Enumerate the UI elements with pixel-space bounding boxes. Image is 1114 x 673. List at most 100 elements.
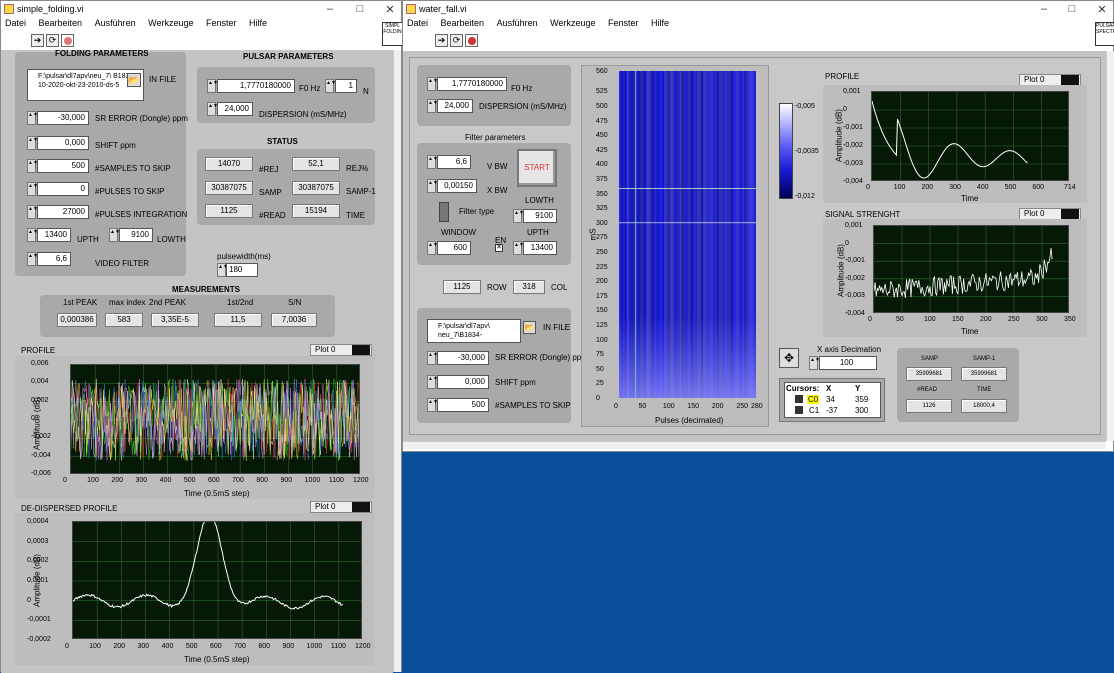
pulses-int-spinner[interactable]: ▲▼ [27, 205, 38, 219]
shift-spinner[interactable]: ▲▼ [427, 375, 438, 389]
xdec-field[interactable]: 100 [819, 356, 877, 370]
menu-datei[interactable]: Datei [407, 18, 428, 28]
cursor-c1-name[interactable]: C1 [809, 406, 819, 415]
minimize-icon[interactable]: – [323, 3, 337, 15]
menu-werkzeuge[interactable]: Werkzeuge [550, 18, 595, 28]
abort-icon[interactable] [465, 34, 478, 47]
browse-folder-icon[interactable]: 📂 [127, 73, 141, 87]
cursor-c0-name[interactable]: C0 [807, 395, 820, 404]
dd-x-tick-label: 500 [185, 643, 198, 650]
lowth-spinner[interactable]: ▲▼ [109, 228, 120, 242]
menu-werkzeuge[interactable]: Werkzeuge [148, 18, 193, 28]
upth-field[interactable]: 13400 [37, 228, 71, 242]
shift-spinner[interactable]: ▲▼ [27, 136, 38, 150]
dd-x-tick-label: 200 [113, 643, 126, 650]
dd-x-tick-label: 0 [65, 643, 69, 650]
read-label: #READ [917, 387, 938, 393]
menu-bearbeiten[interactable]: Bearbeiten [441, 18, 485, 28]
menu-ausfuehren[interactable]: Ausführen [95, 18, 136, 28]
menu-hilfe[interactable]: Hilfe [249, 18, 267, 28]
f0-field[interactable]: 1,7770180000 [437, 77, 507, 91]
xbw-field[interactable]: 0,00150 [437, 179, 477, 193]
dispersion-spinner[interactable]: ▲▼ [427, 99, 438, 113]
lowth-field[interactable]: 9100 [119, 228, 153, 242]
video-filter-spinner[interactable]: ▲▼ [27, 252, 38, 266]
dispersion-field[interactable]: 24,000 [217, 102, 253, 116]
profile-plot-legend[interactable]: Plot 0 [310, 344, 372, 356]
run-continuous-icon[interactable]: ⟳ [450, 34, 463, 47]
close-icon[interactable]: ✕ [383, 3, 397, 16]
waterfall-y-tick-label: 250 [596, 249, 608, 257]
shift-field[interactable]: 0,000 [37, 136, 89, 150]
sr-error-spinner[interactable]: ▲▼ [427, 351, 438, 365]
pulsar-parameters-group [417, 65, 571, 126]
menu-bearbeiten[interactable]: Bearbeiten [39, 18, 83, 28]
menu-bar: Datei Bearbeiten Ausführen Werkzeuge Fen… [1, 18, 401, 32]
maximize-icon[interactable]: □ [353, 3, 367, 15]
start-button[interactable]: START [517, 149, 557, 187]
run-arrow-icon[interactable]: ➔ [31, 34, 44, 47]
browse-folder-icon[interactable]: 📂 [523, 321, 536, 334]
filter-type-toggle[interactable] [439, 202, 449, 222]
horizontal-scrollbar[interactable] [403, 441, 1106, 449]
f0-spinner[interactable]: ▲▼ [207, 79, 218, 93]
samples-skip-field[interactable]: 500 [37, 159, 89, 173]
n-label: N [363, 87, 369, 96]
dd-plot-legend[interactable]: Plot 0 [310, 501, 372, 513]
menu-fenster[interactable]: Fenster [608, 18, 639, 28]
run-arrow-icon[interactable]: ➔ [435, 34, 448, 47]
upth-spinner[interactable]: ▲▼ [27, 228, 38, 242]
menu-datei[interactable]: Datei [5, 18, 26, 28]
video-filter-field[interactable]: 6,6 [37, 252, 71, 266]
vertical-scrollbar[interactable] [1106, 51, 1114, 441]
menu-ausfuehren[interactable]: Ausführen [497, 18, 538, 28]
window-field[interactable]: 600 [437, 241, 471, 255]
profile-x-tick-label: 1200 [353, 477, 369, 484]
lowth-spinner[interactable]: ▲▼ [513, 209, 524, 223]
f0-field[interactable]: 1,7770180000 [217, 79, 295, 93]
upth-spinner[interactable]: ▲▼ [513, 241, 524, 255]
lowth-field[interactable]: 9100 [523, 209, 557, 223]
en-checkbox[interactable]: ✕ [495, 244, 503, 252]
run-continuous-icon[interactable]: ⟳ [46, 34, 59, 47]
vbw-field[interactable]: 6,6 [437, 155, 471, 169]
window-spinner[interactable]: ▲▼ [427, 241, 438, 255]
sr-error-spinner[interactable]: ▲▼ [27, 111, 38, 125]
sr-error-field[interactable]: -30,000 [437, 351, 489, 365]
n-spinner[interactable]: ▲▼ [325, 79, 336, 93]
xdec-spinner[interactable]: ▲▼ [809, 356, 820, 370]
n-field[interactable]: 1 [335, 79, 357, 93]
in-file-path-field[interactable]: F:\pulsar\dl7apv\ neu_7\B1834- [427, 319, 521, 343]
close-icon[interactable]: ✕ [1095, 3, 1109, 16]
abort-icon[interactable] [61, 34, 74, 47]
pulsewidth-spinner[interactable]: ▲▼ [217, 263, 228, 277]
labview-vi-icon [4, 4, 14, 14]
samples-skip-field[interactable]: 500 [437, 398, 489, 412]
line-style-icon [1061, 209, 1079, 219]
minimize-icon[interactable]: – [1037, 3, 1051, 15]
dispersion-spinner[interactable]: ▲▼ [207, 102, 218, 116]
pulses-skip-field[interactable]: 0 [37, 182, 89, 196]
menu-fenster[interactable]: Fenster [206, 18, 237, 28]
cursor-c1-icon[interactable] [795, 406, 803, 414]
maximize-icon[interactable]: □ [1065, 3, 1079, 15]
shift-field[interactable]: 0,000 [437, 375, 489, 389]
pulses-skip-spinner[interactable]: ▲▼ [27, 182, 38, 196]
graph-palette-icon[interactable]: ✥ [779, 348, 799, 368]
f0-spinner[interactable]: ▲▼ [427, 77, 438, 91]
xbw-spinner[interactable]: ▲▼ [427, 179, 438, 193]
sr-error-field[interactable]: -30,000 [37, 111, 89, 125]
upth-field[interactable]: 13400 [523, 241, 557, 255]
cursor-c0-icon[interactable] [795, 395, 803, 403]
pulses-int-field[interactable]: 27000 [37, 205, 89, 219]
samp-label: SAMP [921, 356, 939, 362]
menu-hilfe[interactable]: Hilfe [651, 18, 669, 28]
samples-skip-spinner[interactable]: ▲▼ [27, 159, 38, 173]
dispersion-field[interactable]: 24,000 [437, 99, 473, 113]
samples-skip-spinner[interactable]: ▲▼ [427, 398, 438, 412]
vertical-scrollbar[interactable] [393, 50, 401, 672]
pulsewidth-field[interactable]: 180 [226, 263, 258, 277]
vbw-spinner[interactable]: ▲▼ [427, 155, 438, 169]
dd-y-tick-label: 0 [27, 596, 31, 604]
signal-x-tick-label: 200 [980, 316, 992, 323]
